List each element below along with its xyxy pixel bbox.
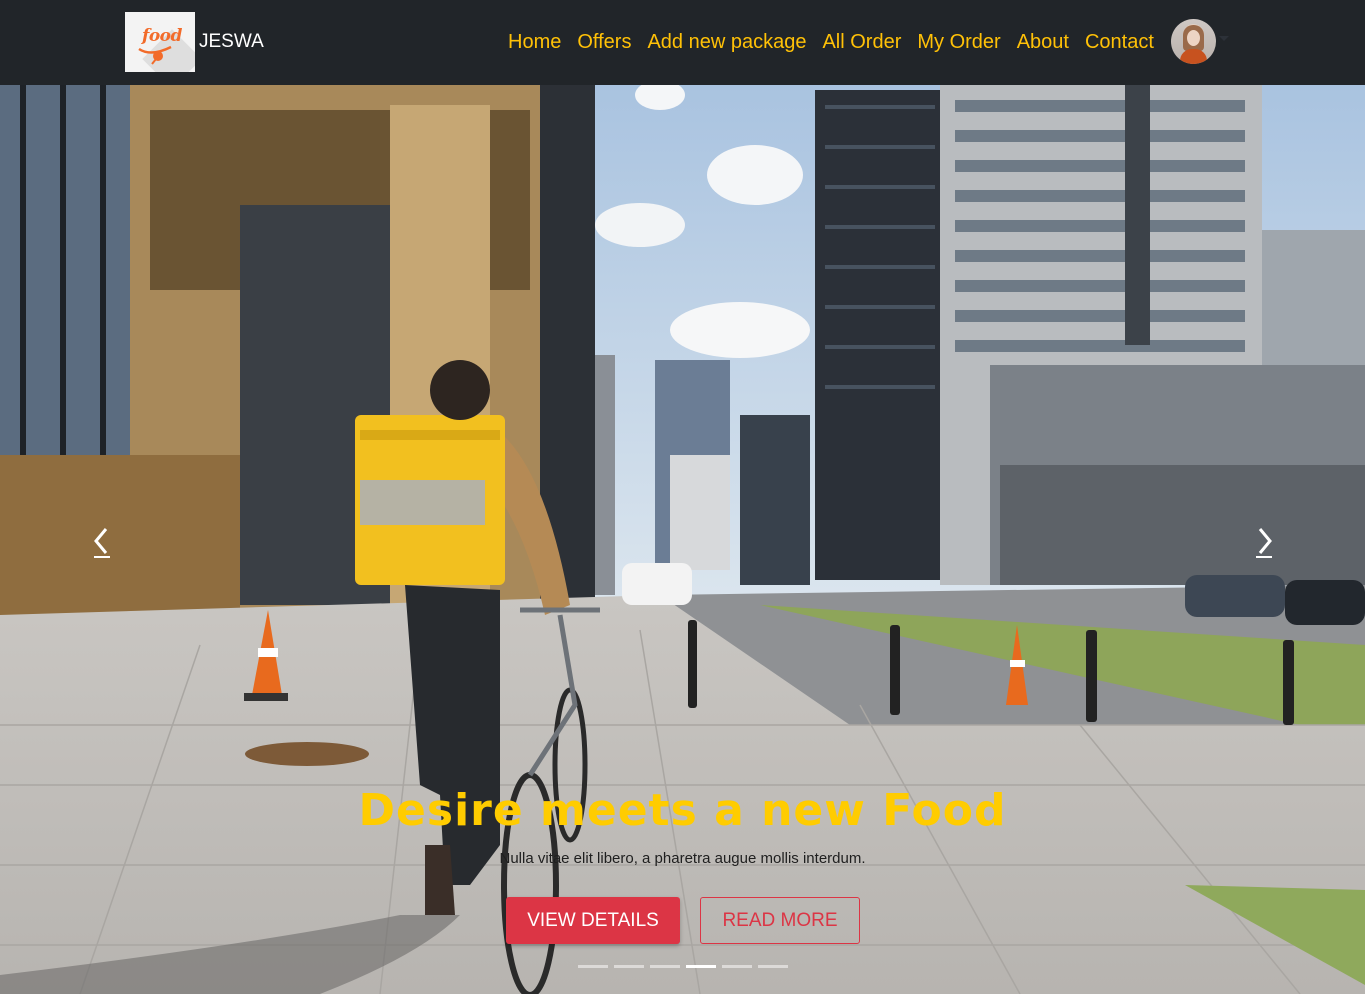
carousel-indicator[interactable] <box>722 965 752 968</box>
nav-home[interactable]: Home <box>508 29 561 55</box>
main-nav: Home Offers Add new package All Order My… <box>508 29 1170 55</box>
view-details-button[interactable]: VIEW DETAILS <box>506 897 680 944</box>
nav-add-new-package[interactable]: Add new package <box>647 29 806 55</box>
nav-contact[interactable]: Contact <box>1085 29 1154 55</box>
carousel-indicator[interactable] <box>578 965 608 968</box>
carousel-prev-button[interactable] <box>90 525 114 565</box>
carousel-caption-text: Nulla vitae elit libero, a pharetra augu… <box>499 850 866 867</box>
brand-link[interactable]: food JESWA <box>125 12 264 72</box>
carousel-indicator[interactable] <box>758 965 788 968</box>
nav-offers[interactable]: Offers <box>577 29 631 55</box>
nav-my-order[interactable]: My Order <box>917 29 1000 55</box>
nav-about[interactable]: About <box>1017 29 1069 55</box>
user-menu-toggle[interactable] <box>1171 19 1229 64</box>
carousel-indicator[interactable] <box>614 965 644 968</box>
carousel-next-button[interactable] <box>1252 525 1276 565</box>
chevron-right-icon <box>1256 528 1272 558</box>
carousel-caption-title: Desire meets a new Food <box>358 785 1007 836</box>
chevron-left-icon <box>94 528 110 558</box>
caret-down-icon <box>1219 36 1229 41</box>
read-more-button[interactable]: READ MORE <box>700 897 860 944</box>
carousel-indicators <box>578 965 794 968</box>
hero-carousel: Desire meets a new Food Nulla vitae elit… <box>0 85 1365 994</box>
navbar: food JESWA Home Offers Add new package A… <box>0 0 1365 85</box>
brand-name: JESWA <box>199 31 264 52</box>
food-logo: food <box>125 12 195 72</box>
user-avatar <box>1171 19 1216 64</box>
carousel-indicator[interactable] <box>650 965 680 968</box>
nav-all-order[interactable]: All Order <box>822 29 901 55</box>
carousel-indicator-active[interactable] <box>686 965 716 968</box>
logo-swoosh-icon <box>138 45 172 65</box>
